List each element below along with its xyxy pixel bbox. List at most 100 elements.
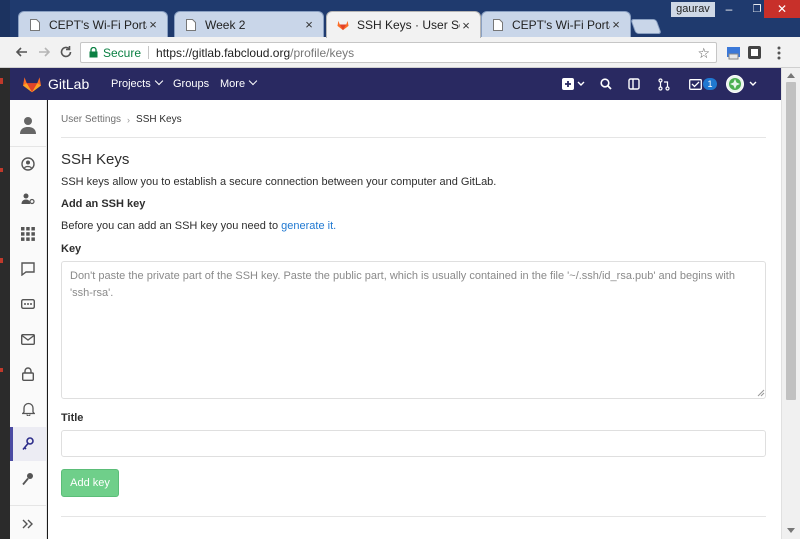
tab-close-icon[interactable]: × bbox=[303, 17, 315, 32]
browser-tab-week-2[interactable]: Week 2 × bbox=[174, 11, 324, 37]
page-scrollbar[interactable] bbox=[781, 68, 800, 539]
edge-mark bbox=[0, 368, 3, 372]
breadcrumb: User Settings › SSH Keys bbox=[61, 114, 182, 125]
menu-kebab-icon[interactable] bbox=[770, 44, 787, 61]
browser-tab-wifi-portal-2[interactable]: CEPT's Wi-Fi Portal × bbox=[481, 11, 631, 37]
divider bbox=[61, 516, 766, 517]
breadcrumb-parent[interactable]: User Settings bbox=[61, 114, 121, 125]
sidebar-item-gpg-keys[interactable] bbox=[10, 462, 46, 496]
edge-mark bbox=[0, 168, 3, 172]
resize-grip-icon[interactable] bbox=[757, 389, 765, 397]
sidebar-item-password[interactable] bbox=[10, 357, 46, 391]
identicon-icon bbox=[729, 78, 741, 90]
sidebar-item-profile-settings[interactable] bbox=[10, 147, 46, 181]
divider bbox=[61, 137, 766, 138]
reload-icon bbox=[60, 46, 72, 58]
nav-groups-label: Groups bbox=[173, 78, 210, 90]
plus-square-icon bbox=[562, 78, 585, 90]
todo-count-badge: 1 bbox=[703, 78, 717, 90]
page-title: SSH Keys bbox=[61, 151, 130, 168]
add-ssh-key-description-text: Before you can add an SSH key you need t… bbox=[61, 220, 282, 232]
generate-it-link[interactable]: generate it. bbox=[281, 220, 336, 232]
tab-close-icon[interactable]: × bbox=[460, 18, 472, 33]
gitlab-brand[interactable]: GitLab bbox=[48, 76, 89, 92]
search-icon[interactable] bbox=[598, 76, 614, 92]
edge-mark bbox=[0, 78, 3, 84]
issues-icon[interactable] bbox=[626, 76, 642, 92]
pocket-extension-icon[interactable] bbox=[746, 44, 763, 61]
todos-button[interactable]: 1 bbox=[688, 76, 718, 92]
scrollbar-thumb[interactable] bbox=[786, 82, 796, 400]
sidebar-divider bbox=[10, 505, 46, 506]
browser-tab-wifi-portal-1[interactable]: CEPT's Wi-Fi Portal × bbox=[18, 11, 168, 37]
url-path: /profile/keys bbox=[290, 45, 355, 60]
nav-projects-label: Projects bbox=[111, 78, 151, 90]
back-arrow-icon bbox=[15, 47, 27, 57]
nav-projects[interactable]: Projects bbox=[111, 76, 163, 90]
sidebar-item-emails[interactable] bbox=[10, 322, 46, 356]
todo-check-icon bbox=[689, 78, 703, 90]
nav-more[interactable]: More bbox=[220, 76, 258, 90]
secure-label: Secure bbox=[103, 45, 142, 60]
chevron-down-icon bbox=[154, 76, 163, 86]
sidebar-item-notifications[interactable] bbox=[10, 392, 46, 426]
gitlab-logo-icon[interactable] bbox=[22, 75, 42, 93]
sidebar-item-profile[interactable] bbox=[10, 108, 46, 142]
tokens-icon bbox=[21, 299, 35, 309]
main-content: User Settings › SSH Keys SSH Keys SSH ke… bbox=[48, 100, 781, 539]
tab-title: CEPT's Wi-Fi Portal bbox=[512, 17, 610, 32]
key-textarea[interactable] bbox=[61, 261, 766, 399]
close-window-button[interactable]: ✕ bbox=[764, 0, 800, 18]
page-icon bbox=[492, 18, 504, 32]
extension-icon[interactable] bbox=[725, 44, 742, 61]
add-key-button[interactable]: Add key bbox=[61, 469, 119, 497]
forward-arrow-icon bbox=[39, 47, 51, 57]
tab-title: CEPT's Wi-Fi Portal bbox=[49, 17, 147, 32]
add-ssh-key-description: Before you can add an SSH key you need t… bbox=[61, 220, 336, 232]
new-tab-button[interactable] bbox=[630, 19, 662, 34]
tab-close-icon[interactable]: × bbox=[147, 17, 159, 32]
sidebar-item-access-tokens[interactable] bbox=[10, 287, 46, 321]
emails-icon bbox=[21, 333, 35, 345]
browser-tab-ssh-keys[interactable]: SSH Keys · User Settings × bbox=[326, 11, 481, 38]
scroll-up-icon[interactable] bbox=[787, 73, 795, 78]
back-button[interactable] bbox=[12, 42, 32, 62]
collapse-sidebar-button[interactable] bbox=[10, 507, 46, 539]
nav-groups[interactable]: Groups bbox=[173, 78, 209, 90]
minimize-button[interactable]: – bbox=[715, 0, 743, 18]
background-window-edge bbox=[0, 68, 10, 539]
chevron-down-icon bbox=[749, 81, 757, 86]
forward-button[interactable] bbox=[34, 42, 54, 62]
settings-sidebar bbox=[10, 100, 47, 539]
bookmark-star-icon[interactable]: ☆ bbox=[697, 45, 710, 62]
page-description: SSH keys allow you to establish a secure… bbox=[61, 176, 497, 188]
sidebar-item-ssh-keys[interactable] bbox=[10, 427, 46, 461]
add-ssh-key-heading: Add an SSH key bbox=[61, 198, 146, 210]
browser-tab-strip: CEPT's Wi-Fi Portal × Week 2 × SSH Keys … bbox=[0, 0, 800, 38]
gpg-key-icon bbox=[22, 473, 33, 486]
title-input[interactable] bbox=[61, 430, 766, 457]
address-bar[interactable]: Secure https://gitlab.fabcloud.org/profi… bbox=[80, 42, 717, 63]
sidebar-item-account[interactable] bbox=[10, 182, 46, 216]
sidebar-item-applications[interactable] bbox=[10, 217, 46, 251]
sidebar-item-chat[interactable] bbox=[10, 252, 46, 286]
key-label: Key bbox=[61, 243, 82, 255]
applications-icon bbox=[21, 227, 35, 241]
reload-button[interactable] bbox=[56, 42, 76, 62]
scroll-down-icon[interactable] bbox=[787, 528, 795, 533]
nav-more-label: More bbox=[220, 78, 246, 90]
browser-toolbar: Secure https://gitlab.fabcloud.org/profi… bbox=[0, 37, 800, 68]
user-menu[interactable] bbox=[726, 75, 758, 93]
gitlab-navbar: GitLab Projects Groups More 1 bbox=[10, 68, 781, 100]
avatar bbox=[726, 75, 744, 93]
chevron-right-icon: › bbox=[127, 114, 131, 125]
lock-icon bbox=[89, 47, 98, 58]
tab-close-icon[interactable]: × bbox=[610, 17, 622, 32]
merge-requests-icon[interactable] bbox=[656, 76, 672, 92]
collapse-sidebar-icon bbox=[22, 519, 33, 529]
profile-badge[interactable]: gaurav bbox=[671, 2, 715, 17]
new-item-dropdown[interactable] bbox=[560, 76, 586, 92]
breadcrumb-current[interactable]: SSH Keys bbox=[136, 114, 182, 125]
user-circle-icon bbox=[21, 157, 35, 171]
edge-mark bbox=[0, 258, 3, 263]
